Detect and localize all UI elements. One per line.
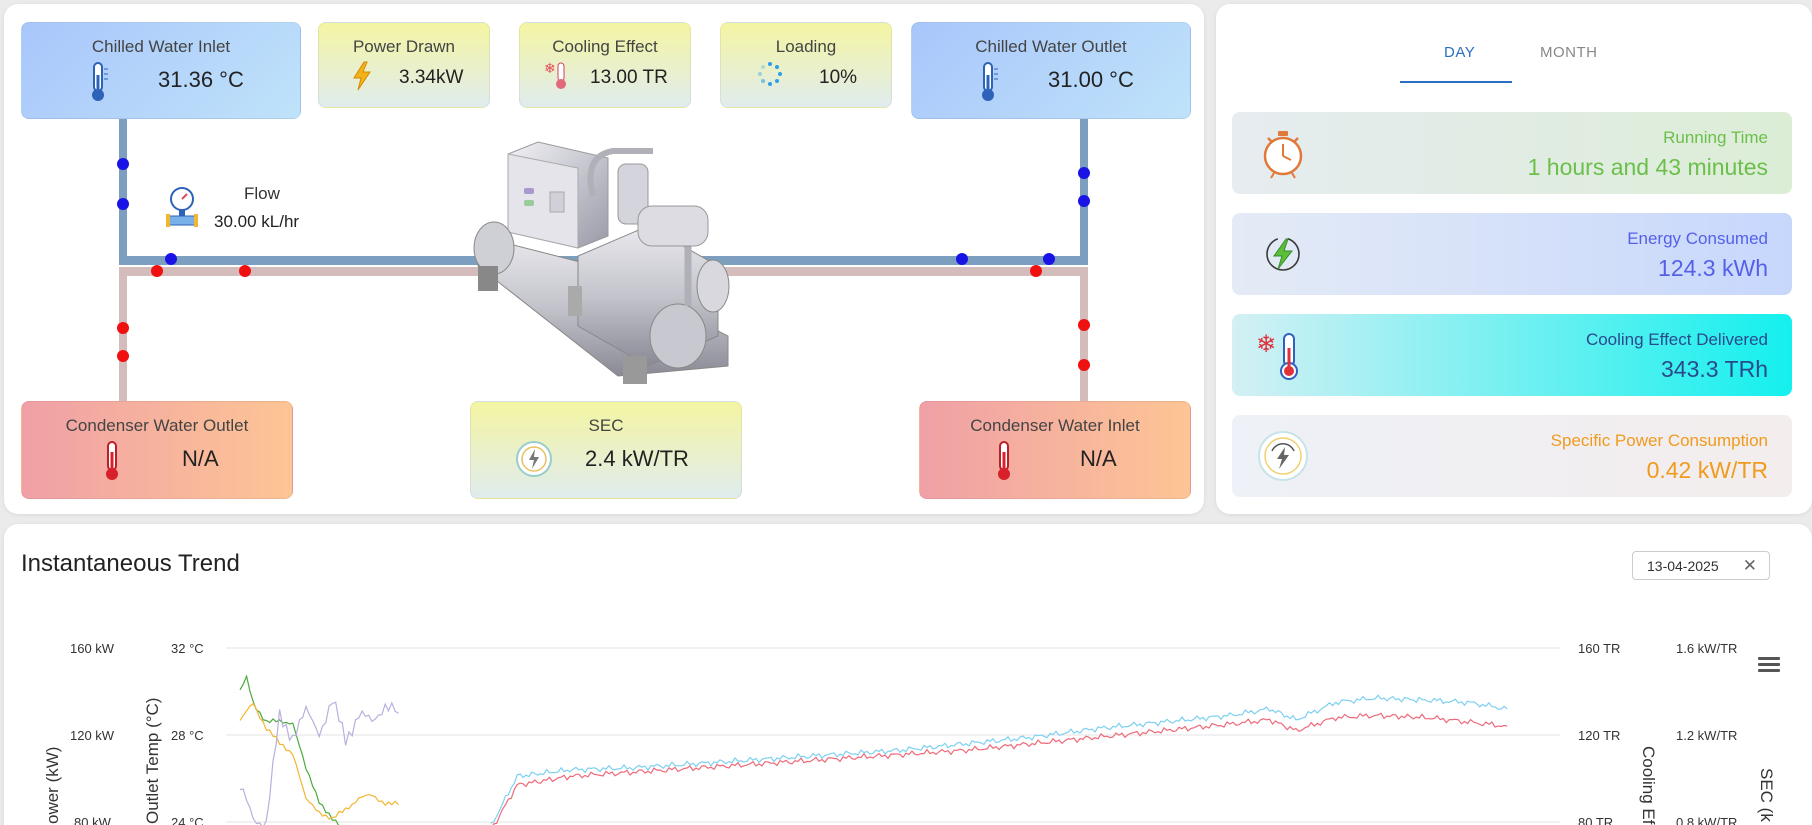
specific-power-consumption-title: Specific Power Consumption	[1550, 431, 1768, 450]
active-tab-indicator	[1400, 81, 1512, 83]
chilled-water-outlet-title: Chilled Water Outlet	[975, 37, 1127, 56]
cooling-effect-delivered-value: 343.3 TRh	[1661, 356, 1768, 382]
trend-series-line	[490, 694, 1508, 824]
specific-power-consumption-card: Specific Power Consumption 0.42 kW/TR	[1232, 415, 1792, 497]
loading-value: 10%	[819, 67, 858, 88]
condenser-pipe-right-vertical	[1080, 267, 1088, 407]
sec-title: SEC	[588, 416, 624, 435]
summary-panel: DAY MONTH Running Time 1 hours and 43 mi…	[1216, 4, 1812, 514]
flow-dot	[117, 198, 129, 210]
lightning-icon	[353, 61, 371, 91]
chilled-water-inlet-value: 31.36 °C	[158, 67, 244, 92]
loading-title: Loading	[775, 37, 837, 56]
chiller-unit-image	[473, 141, 730, 384]
flow-dot	[1043, 253, 1055, 265]
condenser-water-inlet-card: Condenser Water Inlet N/A	[919, 401, 1191, 499]
cooling-effect-delivered-title: Cooling Effect Delivered	[1585, 330, 1768, 349]
cooling-effect-card: Cooling Effect ❄ 13.00 TR	[519, 22, 691, 108]
thermometer-hot-icon	[106, 441, 118, 480]
power-drawn-title: Power Drawn	[352, 37, 456, 56]
flow-label: Flow	[244, 184, 280, 203]
condenser-water-inlet-value: N/A	[1080, 446, 1117, 471]
cooling-effect-title: Cooling Effect	[552, 37, 658, 56]
flow-dot	[1078, 195, 1090, 207]
flow-dot	[1078, 167, 1090, 179]
chiller-diagram-panel: Chilled Water Inlet 31.36 °C Power Drawn…	[4, 4, 1204, 514]
snowflake-thermometer-icon: ❄	[544, 61, 566, 89]
flow-dot	[165, 253, 177, 265]
energy-consumed-title: Energy Consumed	[1627, 229, 1768, 248]
condenser-water-outlet-title: Condenser Water Outlet	[65, 416, 249, 435]
trend-series-line	[239, 701, 399, 825]
running-time-value: 1 hours and 43 minutes	[1527, 154, 1768, 180]
flow-dot	[1078, 319, 1090, 331]
running-time-title: Running Time	[1663, 128, 1768, 147]
stopwatch-icon	[1263, 131, 1303, 179]
flow-dot	[1030, 265, 1042, 277]
snowflake-thermometer-icon: ❄	[1256, 330, 1298, 380]
energy-consumed-card: Energy Consumed 124.3 kWh	[1232, 213, 1792, 295]
flow-dot	[1078, 359, 1090, 371]
chilled-water-outlet-value: 31.00 °C	[1048, 67, 1134, 92]
condenser-water-inlet-title: Condenser Water Inlet	[970, 416, 1140, 435]
sec-gauge-icon	[516, 441, 552, 477]
tab-month[interactable]: MONTH	[1540, 44, 1598, 61]
thermometer-icon	[982, 62, 998, 101]
loading-spinner-icon	[758, 62, 782, 86]
condenser-water-outlet-value: N/A	[182, 446, 219, 471]
cooling-effect-value: 13.00 TR	[590, 67, 668, 88]
power-drawn-value: 3.34kW	[399, 67, 464, 88]
condenser-pipe-left-vertical	[119, 267, 127, 407]
cooling-effect-delivered-card: ❄ Cooling Effect Delivered 343.3 TRh	[1232, 314, 1792, 396]
flow-dot	[117, 158, 129, 170]
sec-card: SEC 2.4 kW/TR	[470, 401, 742, 499]
tab-day[interactable]: DAY	[1444, 44, 1475, 61]
spc-gauge-icon	[1258, 431, 1308, 481]
running-time-card: Running Time 1 hours and 43 minutes	[1232, 112, 1792, 194]
svg-text:❄: ❄	[544, 61, 556, 77]
chilled-water-inlet-card: Chilled Water Inlet 31.36 °C	[21, 22, 301, 119]
power-drawn-card: Power Drawn 3.34kW	[318, 22, 490, 108]
flow-dot	[117, 350, 129, 362]
trend-series-line	[239, 674, 340, 825]
flow-dot	[117, 322, 129, 334]
chilled-water-outlet-card: Chilled Water Outlet 31.00 °C	[911, 22, 1191, 119]
svg-text:❄: ❄	[1256, 330, 1276, 358]
flow-value: 30.00 kL/hr	[214, 212, 300, 231]
condenser-water-outlet-card: Condenser Water Outlet N/A	[21, 401, 293, 499]
chilled-pipe-right-vertical	[1080, 116, 1088, 264]
flow-dot	[151, 265, 163, 277]
chilled-pipe-left-vertical	[119, 116, 127, 264]
thermometer-hot-icon	[998, 441, 1010, 480]
instantaneous-trend-panel: Instantaneous Trend 13-04-2025 ✕ 160 kW …	[4, 524, 1812, 825]
chilled-water-inlet-title: Chilled Water Inlet	[91, 37, 231, 56]
energy-consumed-value: 124.3 kWh	[1658, 255, 1768, 281]
sec-value: 2.4 kW/TR	[585, 446, 689, 471]
loading-card: Loading 10%	[720, 22, 892, 108]
flow-dot	[956, 253, 968, 265]
energy-bolt-icon	[1266, 237, 1300, 271]
flow-meter-icon	[166, 187, 198, 227]
flow-dot	[239, 265, 251, 277]
trend-chart	[226, 647, 1560, 825]
trend-series-line	[492, 712, 1508, 825]
specific-power-consumption-value: 0.42 kW/TR	[1646, 457, 1768, 483]
thermometer-icon	[92, 62, 108, 101]
